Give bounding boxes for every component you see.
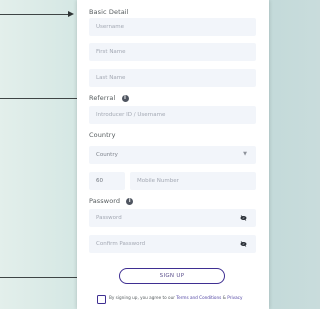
sign-up-button[interactable]: SIGN UP xyxy=(119,268,225,284)
eye-slash-icon[interactable] xyxy=(240,241,247,247)
referral-label-row: Referral i xyxy=(89,94,129,102)
phone-code-value: 60 xyxy=(96,178,103,184)
password-field[interactable]: Password xyxy=(89,209,256,227)
username-placeholder: Username xyxy=(96,24,125,30)
info-icon[interactable]: i xyxy=(126,197,134,205)
confirm-password-placeholder: Confirm Password xyxy=(96,241,146,247)
eye-slash-icon[interactable] xyxy=(240,215,247,221)
first-name-field[interactable]: First Name xyxy=(89,43,256,61)
mobile-number-field[interactable]: Mobile Number xyxy=(130,172,256,190)
username-field[interactable]: Username xyxy=(89,18,256,36)
referral-field[interactable]: Introducer ID / Username xyxy=(89,106,256,124)
phone-code-field[interactable]: 60 xyxy=(89,172,125,190)
annotation-line-basic-detail xyxy=(0,14,70,15)
first-name-placeholder: First Name xyxy=(96,49,126,55)
annotation-line-referral xyxy=(0,98,82,99)
arrow-right-icon xyxy=(68,11,74,17)
password-label: Password xyxy=(89,197,121,205)
terms-link[interactable]: Terms and Conditions xyxy=(176,295,221,300)
mobile-number-placeholder: Mobile Number xyxy=(137,178,179,184)
last-name-placeholder: Last Name xyxy=(96,75,126,81)
basic-detail-label: Basic Detail xyxy=(89,8,129,16)
referral-label: Referral xyxy=(89,94,116,102)
country-select-value: Country xyxy=(96,152,118,158)
referral-placeholder: Introducer ID / Username xyxy=(96,112,166,118)
chevron-down-icon: ▼ xyxy=(243,151,247,157)
privacy-link[interactable]: Privacy xyxy=(227,295,242,300)
country-select[interactable]: Country ▼ xyxy=(89,146,256,164)
agree-terms-text: By signing up, you agree to our Terms an… xyxy=(109,295,259,300)
password-placeholder: Password xyxy=(96,215,122,221)
agree-terms-checkbox[interactable] xyxy=(97,295,106,304)
signup-form-card: Basic Detail Username First Name Last Na… xyxy=(77,0,269,309)
last-name-field[interactable]: Last Name xyxy=(89,69,256,87)
password-label-row: Password i xyxy=(89,197,134,205)
info-icon[interactable]: i xyxy=(121,94,129,102)
confirm-password-field[interactable]: Confirm Password xyxy=(89,235,256,253)
agree-prefix: By signing up, you agree to our xyxy=(109,295,177,300)
country-label: Country xyxy=(89,131,116,139)
